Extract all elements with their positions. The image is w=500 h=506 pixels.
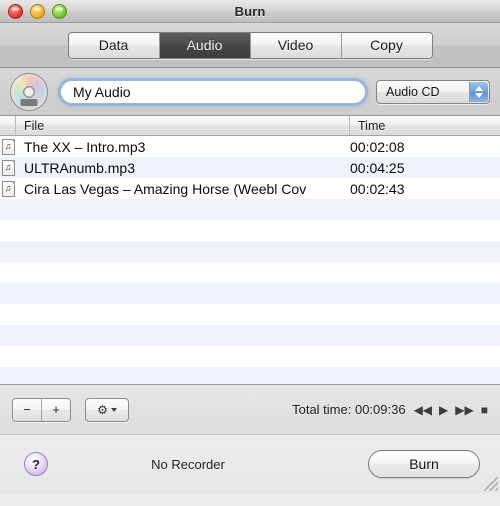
burn-app-window: Burn Data Audio Video Copy Audio CD File [0,0,500,506]
table-row-empty [0,199,500,220]
table-row-empty [0,346,500,367]
tab-audio[interactable]: Audio [159,32,251,58]
add-track-button[interactable]: + [42,398,70,421]
gear-icon: ⚙ [97,402,108,417]
window-titlebar: Burn [0,0,500,23]
zoom-button[interactable] [52,4,67,19]
track-list[interactable]: ♫ The XX – Intro.mp3 00:02:08 ♫ ULTRAnumb.mp… [0,136,500,384]
music-file-icon: ♫ [0,159,16,176]
mode-toolbar: Data Audio Video Copy [0,23,500,68]
tab-video[interactable]: Video [250,32,342,58]
table-row[interactable]: ♫ Cira Las Vegas – Amazing Horse (Weebl C… [0,178,500,199]
fast-forward-button[interactable]: ▶▶ [455,404,473,416]
burn-button[interactable]: Burn [368,450,480,478]
window-controls [8,4,67,19]
cd-disc-icon [10,72,48,111]
column-header-file[interactable]: File [16,116,350,135]
table-row[interactable]: ♫ ULTRAnumb.mp3 00:04:25 [0,157,500,178]
music-note-icon: ♫ [1,159,15,176]
action-menu-button[interactable]: ⚙ [85,397,129,422]
disc-format-value: Audio CD [386,84,440,99]
column-header-icon [0,116,16,135]
tab-copy[interactable]: Copy [341,32,432,58]
disc-name-row: Audio CD [0,68,500,116]
stop-button[interactable]: ■ [481,404,488,416]
disc-format-popup[interactable]: Audio CD [376,79,490,104]
music-file-icon: ♫ [0,180,16,197]
total-time-label: Total time: 00:09:36 [292,402,406,417]
chevron-down-icon [110,407,117,412]
cell-time: 00:02:43 [350,180,405,197]
disc-name-input[interactable] [60,79,366,104]
list-action-bar: − + ⚙ Total time: 00:09:36 ◀◀ ▶ ▶▶ ■ [0,384,500,434]
cell-time: 00:02:08 [350,138,405,155]
column-header-time[interactable]: Time [350,116,500,135]
table-row-empty [0,304,500,325]
resize-grip[interactable] [484,477,498,491]
mode-segmented-control[interactable]: Data Audio Video Copy [67,31,433,59]
add-remove-button-group[interactable]: − + [12,397,71,422]
music-file-icon: ♫ [0,138,16,155]
disc-name-field-wrapper [60,79,366,104]
transport-controls[interactable]: ◀◀ ▶ ▶▶ ■ [414,404,488,416]
table-row-empty [0,262,500,283]
table-row-empty [0,220,500,241]
cell-file: The XX – Intro.mp3 [24,138,146,155]
table-row-empty [0,325,500,346]
track-table-header: File Time [0,116,500,136]
cell-file: Cira Las Vegas – Amazing Horse (Weebl Co… [24,180,307,197]
table-row-empty [0,241,500,262]
music-note-icon: ♫ [1,138,15,155]
table-row[interactable]: ♫ The XX – Intro.mp3 00:02:08 [0,136,500,157]
disc-icon-label-strip [20,98,38,106]
tab-data[interactable]: Data [68,32,160,58]
remove-track-button[interactable]: − [13,398,42,421]
chevron-updown-icon[interactable] [469,81,488,102]
table-row-empty [0,367,500,384]
cell-file: ULTRAnumb.mp3 [24,159,136,176]
table-row-empty [0,283,500,304]
recorder-status-label: No Recorder [151,456,225,472]
cell-time: 00:04:25 [350,159,405,176]
window-footer: ? No Recorder Burn [0,434,500,493]
close-button[interactable] [8,4,23,19]
rewind-button[interactable]: ◀◀ [414,404,432,416]
music-note-icon: ♫ [1,180,15,197]
play-button[interactable]: ▶ [439,404,448,416]
window-title: Burn [234,3,266,19]
minimize-button[interactable] [30,4,45,19]
